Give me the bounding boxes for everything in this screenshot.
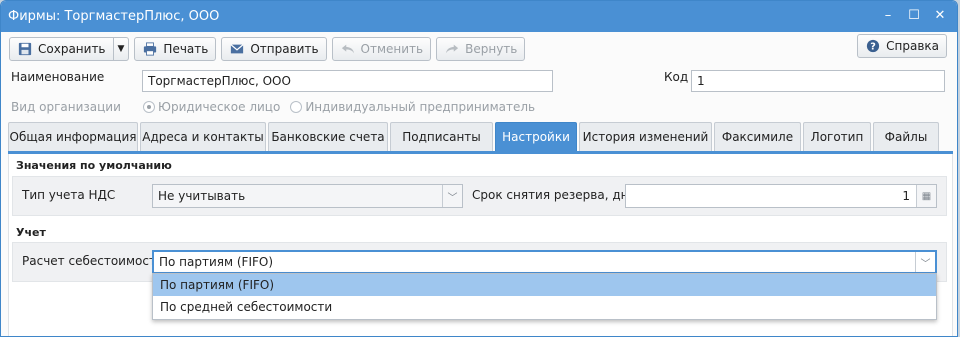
tab-general-info[interactable]: Общая информация <box>8 122 138 151</box>
cost-calc-label: Расчет себестоимости <box>22 254 164 268</box>
printer-icon <box>144 42 157 56</box>
tab-label: Подписанты <box>402 130 481 144</box>
cost-calc-select-value: По партиям (FIFO) <box>159 255 274 269</box>
help-button[interactable]: ? Справка <box>857 34 947 58</box>
radio-individual-entrepreneur-label: Индивидуальный предприниматель <box>305 100 536 114</box>
option-average-cost[interactable]: По средней себестоимости <box>153 296 936 318</box>
radio-individual-entrepreneur[interactable]: Индивидуальный предприниматель <box>290 100 535 114</box>
window-title: Фирмы: ТоргмастерПлюс, ООО <box>8 9 220 24</box>
title-bar: Фирмы: ТоргмастерПлюс, ООО – ☐ ✕ <box>1 1 957 32</box>
tab-bank-accounts[interactable]: Банковские счета <box>268 122 388 151</box>
floppy-disk-icon <box>18 42 32 56</box>
code-label: Код <box>664 70 689 84</box>
name-field[interactable]: ТоргмастерПлюс, ООО <box>142 70 553 92</box>
calculator-icon[interactable]: ▦ <box>916 185 936 207</box>
tab-addresses-contacts[interactable]: Адреса и контакты <box>140 122 266 151</box>
tab-label: История изменений <box>582 130 709 144</box>
toolbar: Сохранить ▼ Печать Отправить Отменить Ве… <box>1 34 957 64</box>
radio-legal-entity-label: Юридическое лицо <box>158 100 281 114</box>
defaults-section-title: Значения по умолчанию <box>16 159 172 172</box>
close-icon[interactable]: ✕ <box>933 9 947 23</box>
window: Фирмы: ТоргмастерПлюс, ООО – ☐ ✕ Сохрани… <box>0 0 958 337</box>
chevron-down-icon: ▼ <box>117 44 125 54</box>
help-label: Справка <box>886 39 939 53</box>
save-dropdown-button[interactable]: ▼ <box>113 37 130 61</box>
chevron-down-icon: ﹀ <box>442 185 462 207</box>
tab-label: Адреса и контакты <box>142 130 264 144</box>
redo-label: Вернуть <box>465 42 518 56</box>
svg-text:?: ? <box>870 42 876 53</box>
undo-arrow-icon <box>341 44 354 54</box>
send-button[interactable]: Отправить <box>221 37 327 61</box>
envelope-icon <box>230 44 244 54</box>
save-label: Сохранить <box>38 42 106 56</box>
cost-calc-select[interactable]: По партиям (FIFO) ﹀ <box>152 250 937 274</box>
accounting-section-title: Учет <box>16 226 46 239</box>
radio-selected-icon <box>143 101 155 113</box>
cost-calc-dropdown-list: По партиям (FIFO) По средней себестоимос… <box>152 273 937 320</box>
reserve-days-value: 1 <box>902 189 910 203</box>
print-label: Печать <box>163 42 209 56</box>
org-type-label: Вид организации <box>11 100 121 114</box>
help-icon: ? <box>867 39 880 53</box>
print-button[interactable]: Печать <box>134 37 217 61</box>
chevron-down-icon: ﹀ <box>915 252 935 272</box>
tab-label: Настройки <box>502 130 570 144</box>
tab-settings[interactable]: Настройки <box>495 122 577 151</box>
tab-label: Банковские счета <box>271 130 385 144</box>
undo-label: Отменить <box>360 42 424 56</box>
option-fifo[interactable]: По партиям (FIFO) <box>153 274 936 296</box>
tab-signatories[interactable]: Подписанты <box>390 122 493 151</box>
reserve-days-field[interactable]: 1 ▦ <box>625 184 937 208</box>
tab-label: Логотип <box>810 130 864 144</box>
tab-label: Общая информация <box>9 130 137 144</box>
redo-button[interactable]: Вернуть <box>436 37 526 61</box>
redo-arrow-icon <box>445 44 459 54</box>
tab-label: Файлы <box>884 130 928 144</box>
tab-change-history[interactable]: История изменений <box>579 122 712 151</box>
undo-button[interactable]: Отменить <box>331 37 432 61</box>
reserve-days-label: Срок снятия резерва, дней <box>472 188 644 202</box>
send-label: Отправить <box>250 42 319 56</box>
tab-facsimile[interactable]: Факсимиле <box>714 122 801 151</box>
save-split-button: Сохранить ▼ <box>9 37 130 61</box>
minimize-icon[interactable]: – <box>881 9 895 23</box>
vat-label: Тип учета НДС <box>22 188 116 202</box>
vat-select[interactable]: Не учитывать ﹀ <box>152 184 463 208</box>
tab-files[interactable]: Файлы <box>873 122 939 151</box>
save-button[interactable]: Сохранить <box>9 37 114 61</box>
tab-logo[interactable]: Логотип <box>803 122 871 151</box>
maximize-icon[interactable]: ☐ <box>907 9 921 23</box>
code-field[interactable]: 1 <box>691 70 945 92</box>
radio-legal-entity[interactable]: Юридическое лицо <box>143 100 280 114</box>
tab-bar: Общая информация Адреса и контакты Банко… <box>8 122 939 151</box>
tab-label: Факсимиле <box>721 130 794 144</box>
name-label: Наименование <box>11 70 105 84</box>
radio-unselected-icon <box>290 101 303 113</box>
vat-select-value: Не учитывать <box>158 189 246 203</box>
